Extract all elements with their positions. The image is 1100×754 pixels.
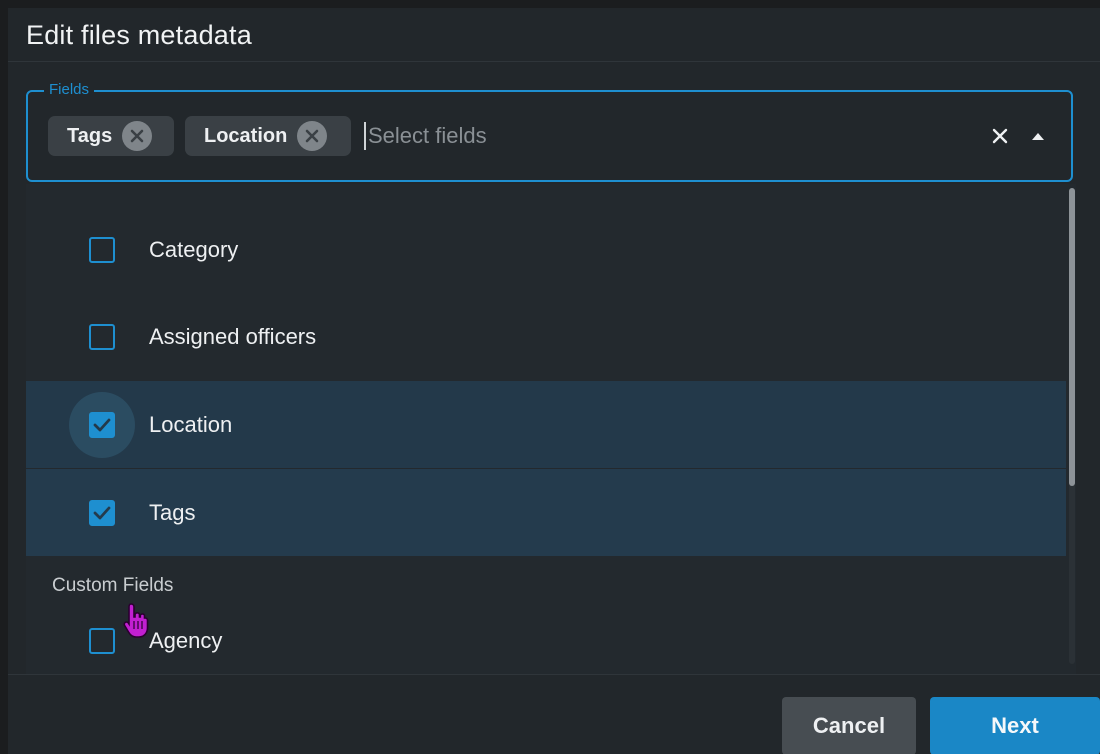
checkbox-unchecked-icon[interactable] [89,236,115,263]
scrollbar-thumb[interactable] [1069,188,1075,486]
edit-metadata-dialog: Edit files metadata Fields Tags Location [8,8,1100,754]
option-label: Tags [149,499,196,525]
custom-fields-group-label: Custom Fields [52,575,174,596]
chip-location: Location [185,116,351,156]
chip-tags: Tags [48,116,174,156]
close-circle-icon[interactable] [297,121,328,151]
fields-select[interactable]: Fields Tags Location [26,80,1073,182]
checkbox-unchecked-icon[interactable] [89,323,115,350]
checkbox-checked-icon[interactable] [89,499,115,526]
option-agency[interactable]: Agency [26,597,1066,674]
cancel-button[interactable]: Cancel [782,697,916,754]
close-icon[interactable] [986,122,1014,150]
close-circle-icon[interactable] [122,121,153,151]
hand-pointer-cursor-icon [123,603,149,638]
next-button[interactable]: Next [930,697,1100,754]
fields-legend: Fields [44,80,95,100]
dialog-header: Edit files metadata [8,8,1100,62]
fields-dropdown-list: Category Assigned officers Location Tags… [26,184,1076,674]
caret-up-icon[interactable] [1026,122,1050,150]
dialog-title: Edit files metadata [26,20,252,50]
option-label: Agency [149,627,223,653]
option-label: Category [149,236,239,262]
option-category[interactable]: Category [26,206,1066,293]
option-assigned-officers[interactable]: Assigned officers [26,293,1066,380]
option-tags[interactable]: Tags [26,469,1066,556]
fields-search-input[interactable] [366,116,926,156]
dropdown-scrollbar[interactable] [1069,188,1075,664]
checkbox-checked-icon[interactable] [89,411,115,438]
chip-label: Tags [67,124,113,147]
option-location[interactable]: Location [26,381,1066,468]
option-label: Location [149,411,233,437]
option-label: Assigned officers [149,323,317,349]
checkbox-unchecked-icon[interactable] [89,627,115,654]
dialog-footer: Cancel Next [8,674,1100,754]
chip-label: Location [204,124,288,147]
